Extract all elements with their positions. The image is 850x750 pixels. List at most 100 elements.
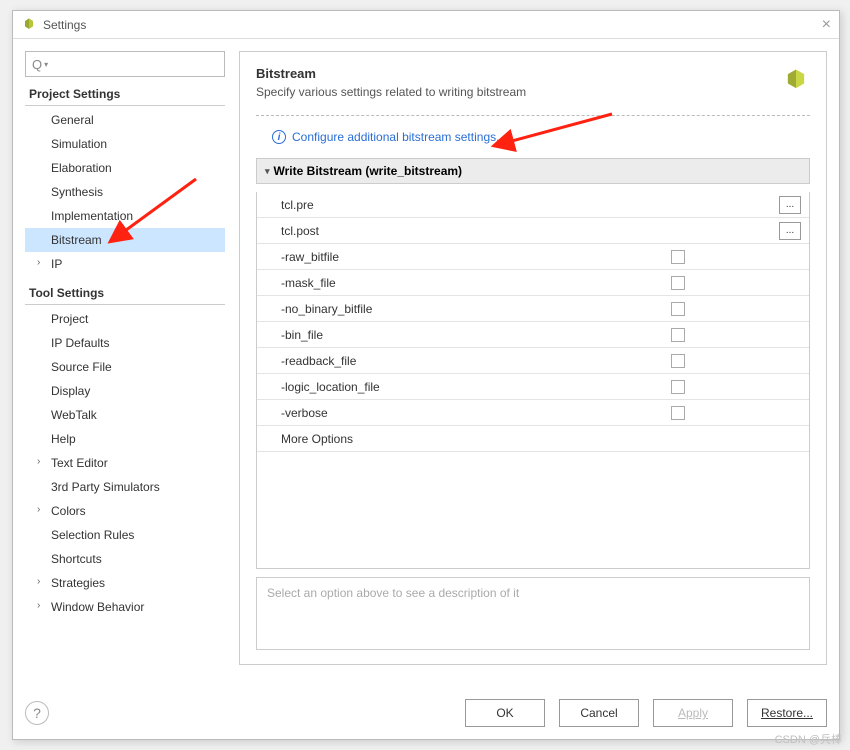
sidebar-item-label: Selection Rules — [51, 528, 134, 542]
watermark: CSDN @兵棒 — [775, 731, 842, 747]
sidebar-item-label: Colors — [51, 504, 86, 518]
sidebar-item-window-behavior[interactable]: › Window Behavior — [25, 595, 225, 619]
description-box: Select an option above to see a descript… — [256, 577, 810, 650]
settings-row[interactable]: -bin_file — [257, 322, 809, 348]
setting-label: tcl.post — [257, 224, 557, 238]
checkbox[interactable] — [671, 250, 685, 264]
checkbox[interactable] — [671, 406, 685, 420]
chevron-right-icon: › — [37, 504, 40, 515]
checkbox[interactable] — [671, 354, 685, 368]
sidebar-item-label: Window Behavior — [51, 600, 144, 614]
nav-group-title: Tool Settings — [25, 276, 225, 305]
sidebar-item-bitstream[interactable]: Bitstream — [25, 228, 225, 252]
sidebar-item-selection-rules[interactable]: Selection Rules — [25, 523, 225, 547]
cancel-button[interactable]: Cancel — [559, 699, 639, 727]
brand-icon — [782, 66, 810, 94]
settings-row[interactable]: -readback_file — [257, 348, 809, 374]
sidebar-item-label: Simulation — [51, 137, 107, 151]
close-icon[interactable]: × — [822, 16, 831, 34]
sidebar-item-project[interactable]: Project — [25, 307, 225, 331]
sidebar-item-elaboration[interactable]: Elaboration — [25, 156, 225, 180]
help-button[interactable]: ? — [25, 701, 49, 725]
section-title: Write Bitstream (write_bitstream) — [274, 164, 463, 178]
sidebar-item-label: Elaboration — [51, 161, 112, 175]
sidebar-item-text-editor[interactable]: › Text Editor — [25, 451, 225, 475]
settings-row[interactable]: -no_binary_bitfile — [257, 296, 809, 322]
settings-row[interactable]: -verbose — [257, 400, 809, 426]
sidebar-item-synthesis[interactable]: Synthesis — [25, 180, 225, 204]
sidebar-item-label: Implementation — [51, 209, 133, 223]
settings-row[interactable]: tcl.post... — [257, 218, 809, 244]
chevron-down-icon: ▾ — [44, 60, 48, 69]
search-input[interactable]: Q▾ — [25, 51, 225, 77]
browse-button[interactable]: ... — [779, 196, 801, 214]
sidebar-item-implementation[interactable]: Implementation — [25, 204, 225, 228]
setting-label: -logic_location_file — [257, 380, 557, 394]
sidebar-item-label: Project — [51, 312, 88, 326]
nav-group-title: Project Settings — [25, 77, 225, 106]
ok-button[interactable]: OK — [465, 699, 545, 727]
sidebar-item-help[interactable]: Help — [25, 427, 225, 451]
sidebar-item-general[interactable]: General — [25, 108, 225, 132]
sidebar-item-label: IP — [51, 257, 62, 271]
sidebar-item-ip-defaults[interactable]: IP Defaults — [25, 331, 225, 355]
chevron-right-icon: › — [37, 257, 40, 268]
sidebar-item-label: 3rd Party Simulators — [51, 480, 160, 494]
browse-button[interactable]: ... — [779, 222, 801, 240]
settings-row[interactable]: -raw_bitfile — [257, 244, 809, 270]
info-icon: i — [272, 130, 286, 144]
setting-label: -bin_file — [257, 328, 557, 342]
sidebar-item-label: Synthesis — [51, 185, 103, 199]
chevron-right-icon: › — [37, 456, 40, 467]
sidebar-item-label: Source File — [51, 360, 112, 374]
sidebar-item-colors[interactable]: › Colors — [25, 499, 225, 523]
settings-row[interactable]: -mask_file — [257, 270, 809, 296]
setting-label: -no_binary_bitfile — [257, 302, 557, 316]
settings-row[interactable]: More Options — [257, 426, 809, 452]
sidebar-item-label: Bitstream — [51, 233, 102, 247]
app-icon — [21, 17, 37, 33]
page-title: Bitstream — [256, 66, 782, 81]
sidebar-item-label: Help — [51, 432, 76, 446]
main-pane: Bitstream Specify various settings relat… — [239, 51, 827, 665]
settings-table: tcl.pre...tcl.post...-raw_bitfile-mask_f… — [256, 192, 810, 569]
configure-link[interactable]: i Configure additional bitstream setting… — [272, 130, 810, 144]
chevron-right-icon: › — [37, 576, 40, 587]
button-bar: ? OK Cancel Apply Restore... — [25, 699, 827, 727]
sidebar-item-label: General — [51, 113, 94, 127]
checkbox[interactable] — [671, 302, 685, 316]
setting-label: -mask_file — [257, 276, 557, 290]
checkbox[interactable] — [671, 276, 685, 290]
sidebar-item-label: IP Defaults — [51, 336, 109, 350]
restore-button[interactable]: Restore... — [747, 699, 827, 727]
sidebar-item-source-file[interactable]: Source File — [25, 355, 225, 379]
configure-link-label: Configure additional bitstream settings. — [292, 130, 499, 144]
settings-row[interactable]: -logic_location_file — [257, 374, 809, 400]
checkbox[interactable] — [671, 328, 685, 342]
apply-button: Apply — [653, 699, 733, 727]
sidebar-item-label: Shortcuts — [51, 552, 102, 566]
sidebar-item-strategies[interactable]: › Strategies — [25, 571, 225, 595]
sidebar-item-webtalk[interactable]: WebTalk — [25, 403, 225, 427]
title-bar: Settings × — [13, 11, 839, 39]
setting-label: More Options — [257, 432, 557, 446]
sidebar-item-ip[interactable]: › IP — [25, 252, 225, 276]
settings-row[interactable]: tcl.pre... — [257, 192, 809, 218]
section-header[interactable]: ▾ Write Bitstream (write_bitstream) — [256, 158, 810, 184]
sidebar-item-shortcuts[interactable]: Shortcuts — [25, 547, 225, 571]
sidebar-item-label: Display — [51, 384, 90, 398]
sidebar-item-label: Strategies — [51, 576, 105, 590]
setting-label: -readback_file — [257, 354, 557, 368]
page-description: Specify various settings related to writ… — [256, 85, 782, 99]
search-icon: Q — [32, 57, 42, 72]
sidebar-item-display[interactable]: Display — [25, 379, 225, 403]
settings-window: Settings × Q▾ Project SettingsGeneralSim… — [12, 10, 840, 740]
chevron-down-icon: ▾ — [265, 166, 270, 177]
setting-label: -raw_bitfile — [257, 250, 557, 264]
window-title: Settings — [43, 18, 86, 32]
chevron-right-icon: › — [37, 600, 40, 611]
sidebar-item-label: Text Editor — [51, 456, 108, 470]
checkbox[interactable] — [671, 380, 685, 394]
sidebar-item-simulation[interactable]: Simulation — [25, 132, 225, 156]
sidebar-item-3rd-party-simulators[interactable]: 3rd Party Simulators — [25, 475, 225, 499]
